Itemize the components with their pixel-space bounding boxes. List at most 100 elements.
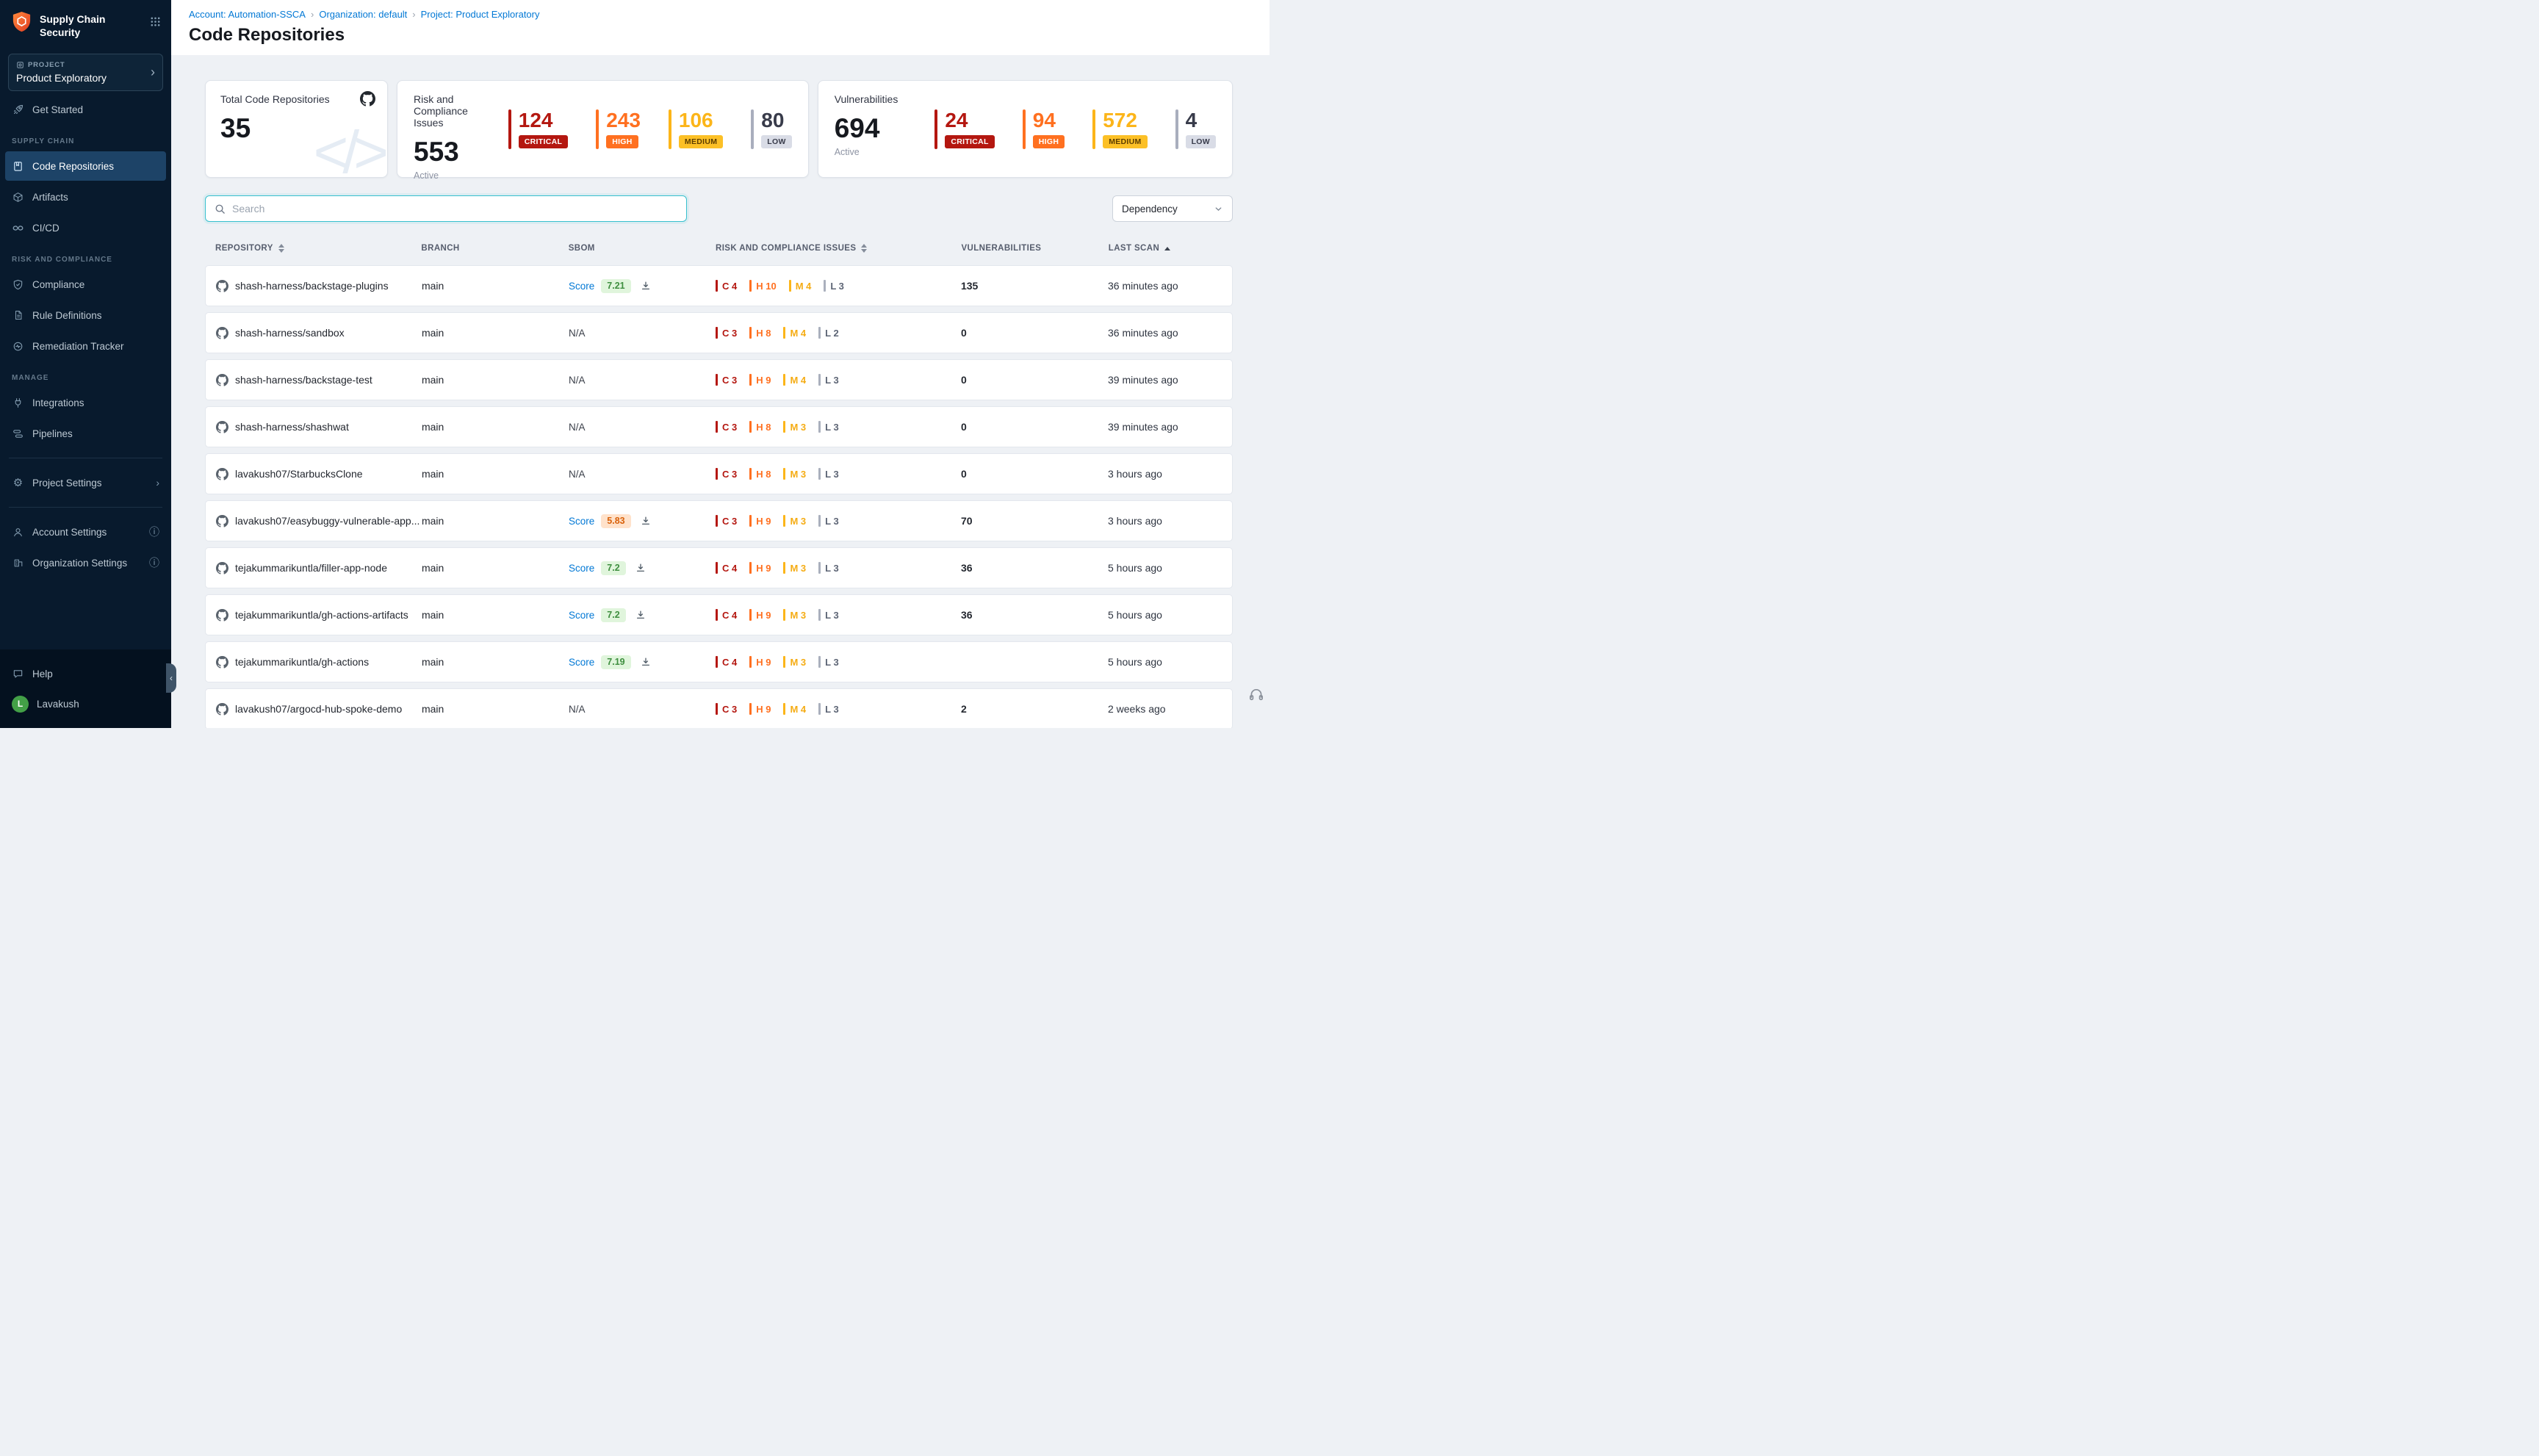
sbom-score-link[interactable]: Score [569, 281, 594, 292]
vulnerabilities-cell: 0 [961, 468, 1108, 480]
sort-icon [278, 244, 284, 253]
info-icon[interactable]: ⓘ [149, 555, 159, 570]
sidebar-item-organization-settings[interactable]: Organization Settings ⓘ [5, 548, 166, 577]
repository-cell[interactable]: tejakummarikuntla/gh-actions [216, 656, 422, 668]
repository-name: shash-harness/backstage-plugins [235, 280, 389, 292]
sbom-score-link[interactable]: Score [569, 610, 594, 621]
table-row[interactable]: tejakummarikuntla/gh-actions-artifacts m… [205, 594, 1233, 635]
repository-cell[interactable]: shash-harness/backstage-plugins [216, 280, 422, 292]
medium-count-chip: M 3 [783, 609, 806, 621]
sbom-score-badge: 7.2 [601, 608, 625, 622]
breadcrumb-separator: › [412, 9, 415, 20]
column-repository[interactable]: REPOSITORY [215, 244, 421, 253]
severity-critical: 124 CRITICAL [508, 109, 568, 149]
app-title: Supply Chain Security [40, 10, 143, 39]
project-selector[interactable]: PROJECT Product Exploratory › [8, 54, 163, 91]
sbom-cell: N/A [569, 328, 716, 339]
table-row[interactable]: lavakush07/easybuggy-vulnerable-app... m… [205, 500, 1233, 541]
severity-high: 243 HIGH [596, 109, 641, 149]
summary-cards: Total Code Repositories 35 </> Risk and … [205, 80, 1233, 178]
last-scan-cell: 3 hours ago [1108, 515, 1222, 527]
download-icon[interactable] [635, 610, 646, 620]
sidebar-item-help[interactable]: Help [5, 659, 166, 688]
breadcrumb-account[interactable]: Account: Automation-SSCA [189, 9, 306, 20]
column-branch[interactable]: BRANCH [421, 244, 568, 253]
sbom-na: N/A [569, 328, 586, 339]
table-row[interactable]: lavakush07/StarbucksClone main N/A C 3 H… [205, 453, 1233, 494]
repository-cell[interactable]: lavakush07/StarbucksClone [216, 468, 422, 480]
sbom-na: N/A [569, 375, 586, 386]
sidebar-item-cicd[interactable]: CI/CD [5, 213, 166, 242]
sidebar-item-account-settings[interactable]: Account Settings ⓘ [5, 517, 166, 547]
column-risk-issues[interactable]: RISK AND COMPLIANCE ISSUES [716, 244, 961, 253]
repository-cell[interactable]: lavakush07/easybuggy-vulnerable-app... [216, 515, 422, 527]
sidebar-user[interactable]: L Lavakush [5, 689, 166, 718]
repository-cell[interactable]: tejakummarikuntla/filler-app-node [216, 562, 422, 574]
repository-cell[interactable]: shash-harness/sandbox [216, 327, 422, 339]
sidebar-item-project-settings[interactable]: ⚙ Project Settings › [5, 468, 166, 497]
help-widget-icon[interactable] [1247, 686, 1265, 707]
table-row[interactable]: lavakush07/argocd-hub-spoke-demo main N/… [205, 688, 1233, 728]
table-row[interactable]: tejakummarikuntla/filler-app-node main S… [205, 547, 1233, 588]
sidebar-collapse-handle[interactable]: ‹ [166, 663, 176, 693]
severity-badge: LOW [1186, 135, 1216, 148]
last-scan-cell: 36 minutes ago [1108, 280, 1222, 292]
sidebar-item-artifacts[interactable]: Artifacts [5, 182, 166, 212]
severity-badge: LOW [761, 135, 791, 148]
risk-severity-group: 124 CRITICAL 243 HIGH 106 MEDIUM [508, 93, 792, 165]
sidebar-item-rule-definitions[interactable]: Rule Definitions [5, 300, 166, 330]
issues-cell: C 4 H 9 M 3 L 3 [716, 562, 961, 574]
download-icon[interactable] [641, 516, 651, 526]
high-count-chip: H 9 [749, 562, 771, 574]
table-row[interactable]: shash-harness/backstage-plugins main Sco… [205, 265, 1233, 306]
vulnerabilities-count: 694 [835, 115, 898, 142]
column-sbom[interactable]: SBOM [569, 244, 716, 253]
repository-cell[interactable]: shash-harness/backstage-test [216, 374, 422, 386]
column-last-scan[interactable]: LAST SCAN [1109, 244, 1222, 253]
sbom-score-link[interactable]: Score [569, 516, 594, 527]
low-count-chip: L 3 [818, 421, 839, 433]
table-row[interactable]: shash-harness/sandbox main N/A C 3 H 8 M… [205, 312, 1233, 353]
breadcrumb-organization[interactable]: Organization: default [319, 9, 407, 20]
search-input[interactable] [232, 203, 677, 215]
table-row[interactable]: shash-harness/backstage-test main N/A C … [205, 359, 1233, 400]
download-icon[interactable] [641, 657, 651, 667]
sidebar-item-pipelines[interactable]: Pipelines [5, 419, 166, 448]
dependency-dropdown[interactable]: Dependency [1112, 195, 1233, 222]
table-row[interactable]: tejakummarikuntla/gh-actions main Score … [205, 641, 1233, 682]
branch-cell: main [422, 421, 569, 433]
divider [9, 507, 162, 508]
sbom-score-link[interactable]: Score [569, 657, 594, 668]
repository-cell[interactable]: tejakummarikuntla/gh-actions-artifacts [216, 609, 422, 621]
sidebar-item-label: Organization Settings [32, 558, 127, 569]
repository-cell[interactable]: lavakush07/argocd-hub-spoke-demo [216, 703, 422, 716]
critical-count-chip: C 4 [716, 280, 737, 292]
sbom-score-badge: 7.21 [601, 279, 630, 293]
github-icon [216, 562, 228, 574]
sidebar-item-code-repositories[interactable]: Code Repositories [5, 151, 166, 181]
project-icon [16, 61, 24, 69]
repository-cell[interactable]: shash-harness/shashwat [216, 421, 422, 433]
user-name: Lavakush [37, 699, 79, 710]
sidebar-item-remediation-tracker[interactable]: Remediation Tracker [5, 331, 166, 361]
chevron-right-icon: › [151, 65, 155, 80]
breadcrumb-project[interactable]: Project: Product Exploratory [421, 9, 540, 20]
low-count-chip: L 3 [818, 703, 839, 715]
download-icon[interactable] [635, 563, 646, 573]
module-grid-icon[interactable] [150, 10, 161, 31]
sbom-na: N/A [569, 422, 586, 433]
last-scan-cell: 2 weeks ago [1108, 703, 1222, 715]
table-row[interactable]: shash-harness/shashwat main N/A C 3 H 8 … [205, 406, 1233, 447]
column-vulnerabilities[interactable]: VULNERABILITIES [961, 244, 1108, 253]
sidebar-item-integrations[interactable]: Integrations [5, 388, 166, 417]
sidebar: Supply Chain Security PROJECT Product Ex… [0, 0, 171, 728]
github-icon [216, 703, 228, 716]
sbom-score-link[interactable]: Score [569, 563, 594, 574]
sidebar-item-compliance[interactable]: Compliance [5, 270, 166, 299]
sidebar-item-get-started[interactable]: Get Started [5, 95, 166, 124]
high-count-chip: H 9 [749, 609, 771, 621]
download-icon[interactable] [641, 281, 651, 291]
info-icon[interactable]: ⓘ [149, 525, 159, 539]
sbom-cell: Score 7.21 [569, 279, 716, 293]
artifact-cube-icon [12, 192, 24, 203]
